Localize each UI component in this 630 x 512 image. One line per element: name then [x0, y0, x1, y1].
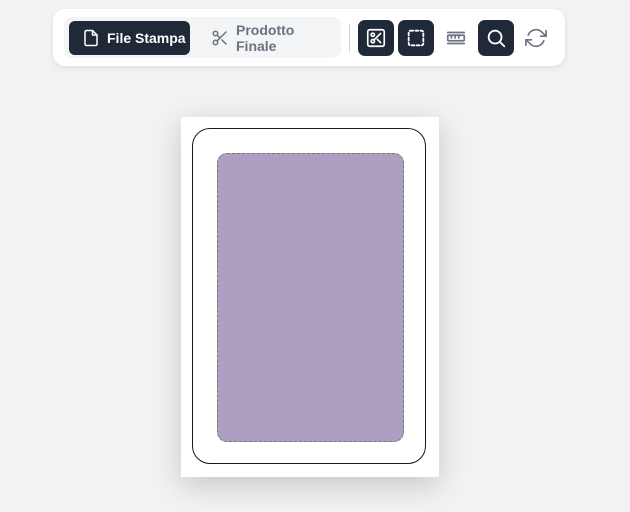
- print-file-label: File Stampa: [107, 30, 186, 46]
- rotate-button[interactable]: [518, 20, 554, 56]
- toolbar-divider: [349, 24, 350, 52]
- zoom-button[interactable]: [478, 20, 514, 56]
- ruler-icon: [445, 27, 467, 49]
- scissors-icon: [211, 29, 229, 47]
- view-mode-toggle: File Stampa Prodotto Finale: [64, 17, 341, 58]
- zoom-icon: [485, 27, 507, 49]
- toggle-ruler-button[interactable]: [438, 20, 474, 56]
- print-sheet: [181, 117, 439, 477]
- editor-page: File Stampa Prodotto Finale: [0, 0, 630, 512]
- toggle-safe-area-button[interactable]: [398, 20, 434, 56]
- print-file-button[interactable]: File Stampa: [69, 21, 190, 55]
- file-icon: [82, 29, 100, 47]
- cut-lines-icon: [365, 27, 387, 49]
- safe-area-icon: [405, 27, 427, 49]
- toolbar: File Stampa Prodotto Finale: [53, 9, 565, 66]
- toggle-cut-lines-button[interactable]: [358, 20, 394, 56]
- artwork-safe-area[interactable]: [217, 153, 404, 442]
- refresh-icon: [525, 27, 547, 49]
- final-product-button[interactable]: Prodotto Finale: [198, 21, 338, 55]
- final-product-label: Prodotto Finale: [236, 22, 295, 54]
